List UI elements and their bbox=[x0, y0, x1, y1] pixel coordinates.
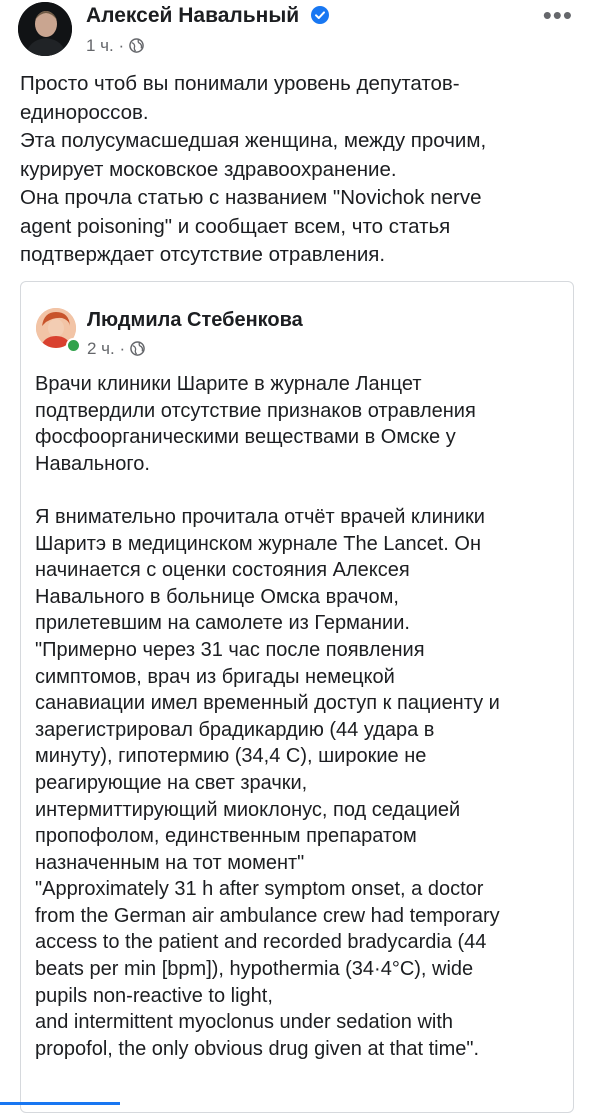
shared-post-text-line: propofol, the only obvious drug given at… bbox=[35, 1037, 480, 1060]
post-text-line: agent poisoning" и сообщает всем, что ст… bbox=[20, 214, 451, 238]
shared-post-text-line: beats per min [bpm]), hypothermia (34·4°… bbox=[35, 958, 474, 981]
post-text-line: курирует московское здравоохранение. bbox=[20, 157, 397, 181]
post-text-line: единороссов. bbox=[20, 100, 149, 124]
post-timestamp[interactable]: 1 ч. bbox=[86, 36, 114, 55]
post-text-line: Она прочла статью с названием "Novichok … bbox=[20, 186, 482, 209]
shared-post-text-line: зарегистрировал брадикардию (44 удара в bbox=[35, 718, 435, 741]
shared-post-text-line: Шаритэ в медицинском журнале The Lancet.… bbox=[35, 532, 482, 555]
shared-post-text: Врачи клиники Шарите в журнале Ланцет под… bbox=[35, 371, 565, 1062]
shared-post-meta: 2 ч. · bbox=[87, 339, 145, 359]
online-status-dot bbox=[66, 338, 81, 353]
shared-post-text-line: подтвердили отсутствие признаков отравле… bbox=[35, 399, 476, 422]
meta-separator: · bbox=[119, 339, 126, 358]
post-text-line: подтверждает отсутствие отравления. bbox=[20, 243, 386, 266]
shared-post-text-line: Навального в больнице Омска врачом, bbox=[35, 585, 399, 608]
globe-icon bbox=[130, 341, 145, 356]
shared-post-timestamp[interactable]: 2 ч. bbox=[87, 339, 115, 358]
shared-post-text-line: пропофолом, единственным препаратом bbox=[35, 825, 417, 848]
shared-post-text-line bbox=[35, 477, 565, 504]
post-text-line: Просто чтоб вы понимали уровень депутато… bbox=[20, 72, 460, 95]
post-meta: 1 ч. · bbox=[86, 36, 144, 56]
shared-post[interactable]: Людмила Стебенкова 2 ч. · Врачи клиники … bbox=[20, 281, 574, 1113]
shared-post-text-line: симптомов, врач из бригады немецкой bbox=[35, 665, 395, 688]
facebook-post: Алексей Навальный 1 ч. · ••• Просто чтоб… bbox=[0, 0, 591, 1113]
shared-post-text-line: реагирующие на свет зрачки, bbox=[35, 771, 308, 794]
shared-post-text-line: прилетевшим на самолете из Германии. bbox=[35, 612, 410, 635]
post-text-line: Эта полусумасшедшая женщина, между прочи… bbox=[20, 129, 487, 152]
shared-post-text-line: Врачи клиники Шарите в журнале Ланцет bbox=[35, 373, 422, 395]
shared-post-text-line: "Примерно через 31 час после появления bbox=[35, 638, 425, 661]
shared-author-name[interactable]: Людмила Стебенкова bbox=[87, 309, 303, 332]
author-avatar[interactable] bbox=[18, 2, 72, 56]
verified-badge-icon bbox=[311, 6, 330, 24]
shared-post-text-line: pupils non-reactive to light, bbox=[35, 984, 273, 1007]
shared-post-text-line: "Approximately 31 h after symptom onset,… bbox=[35, 878, 484, 901]
shared-post-text-line: from the German air ambulance crew had t… bbox=[35, 904, 500, 927]
shared-post-text-line: фосфоорганическими веществами в Омске у bbox=[35, 426, 456, 449]
shared-post-text-line: Навального. bbox=[35, 452, 150, 475]
globe-icon bbox=[129, 38, 144, 53]
shared-post-text-line: начинается с оценки состояния Алексея bbox=[35, 559, 410, 582]
shared-post-text-line: Я внимательно прочитала отчёт врачей кли… bbox=[35, 505, 485, 528]
shared-post-text-line: минуту), гипотермию (34,4 С), широкие не bbox=[35, 745, 427, 768]
author-name[interactable]: Алексей Навальный bbox=[86, 4, 330, 28]
shared-post-text-line: назначенным на тот момент" bbox=[35, 851, 305, 874]
author-name-text[interactable]: Алексей Навальный bbox=[86, 4, 299, 27]
meta-separator: · bbox=[118, 36, 125, 55]
more-options-icon[interactable]: ••• bbox=[543, 0, 573, 31]
shared-post-text-line: санавиации имел временный доступ к пацие… bbox=[35, 692, 500, 715]
shared-post-text-line: access to the patient and recorded brady… bbox=[35, 931, 487, 954]
shared-post-text-line: and intermittent myoclonus under sedatio… bbox=[35, 1011, 454, 1034]
shared-post-text-line: интермиттирующий миоклонус, под седацией bbox=[35, 798, 461, 821]
post-text: Просто чтоб вы понимали уровень депутато… bbox=[20, 70, 580, 270]
